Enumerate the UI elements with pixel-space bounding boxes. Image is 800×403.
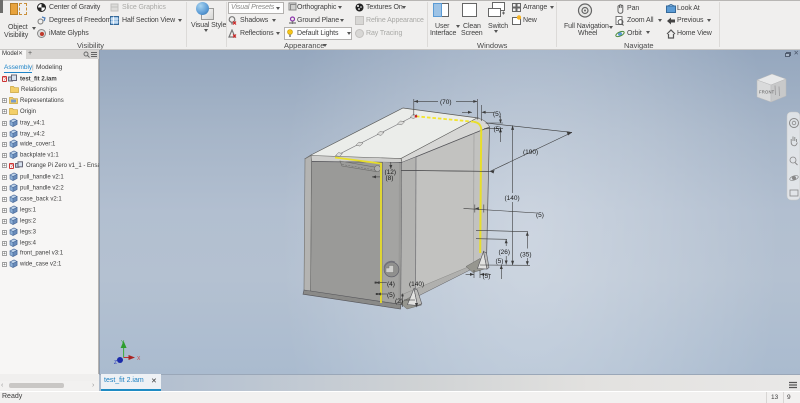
svg-text:Z: Z <box>114 360 117 366</box>
svg-text:(5): (5) <box>493 111 501 118</box>
svg-text:(5): (5) <box>387 292 395 299</box>
svg-text:(140): (140) <box>505 195 520 202</box>
svg-text:(190): (190) <box>523 149 538 156</box>
svg-text:(5): (5) <box>483 273 491 280</box>
svg-text:(2): (2) <box>395 298 403 305</box>
svg-text:(5): (5) <box>536 212 544 219</box>
svg-text:(4): (4) <box>387 281 395 288</box>
svg-text:FRONT: FRONT <box>759 90 775 95</box>
svg-text:(35): (35) <box>520 252 532 259</box>
svg-text:(26): (26) <box>499 249 511 256</box>
svg-text:X: X <box>137 356 141 362</box>
svg-text:(5): (5) <box>494 126 502 133</box>
svg-text:(5): (5) <box>496 258 504 265</box>
svg-text:(140): (140) <box>409 281 424 288</box>
svg-text:(8): (8) <box>386 175 394 182</box>
svg-text:(70): (70) <box>440 99 452 106</box>
